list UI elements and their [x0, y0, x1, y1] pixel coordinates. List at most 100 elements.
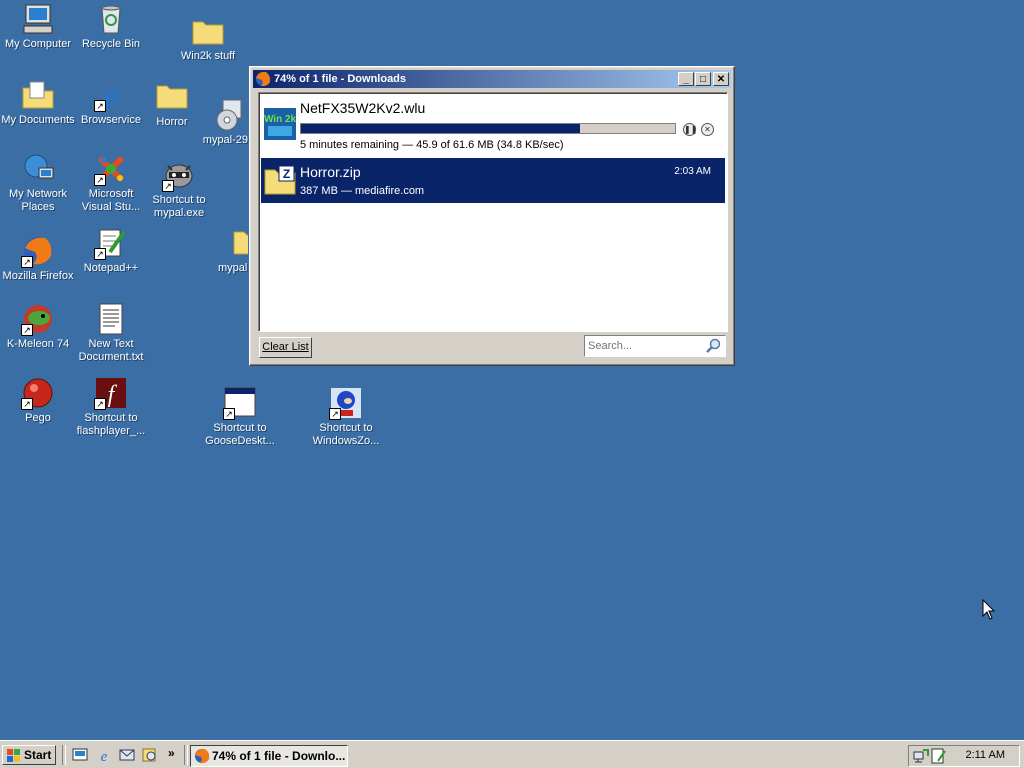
download-item-selected[interactable]: Z Horror.zip 2:03 AM 387 MB — mediafire.… [261, 158, 725, 203]
download-status: 387 MB — mediafire.com [300, 185, 425, 197]
text-document-icon [94, 302, 128, 336]
outlook-quicklaunch-icon[interactable] [119, 747, 135, 763]
shortcut-arrow-icon: ↗ [21, 256, 33, 268]
desktop-icon-pego[interactable]: ↗ Pego [0, 376, 76, 425]
pego-icon: ↗ [21, 376, 55, 410]
zip-file-icon: Z [264, 164, 296, 196]
desktop-icon-label: Notepad++ [83, 262, 139, 274]
desktop-icon-label: Pego [25, 412, 51, 424]
shortcut-arrow-icon: ↗ [94, 174, 106, 186]
shortcut-arrow-icon: ↗ [94, 100, 106, 112]
folder-icon [191, 14, 225, 48]
desktop-icon-flashplayer[interactable]: f ↗ Shortcut to flashplayer_... [73, 376, 149, 438]
desktop-icon-new-text-document[interactable]: New Text Document.txt [73, 302, 149, 364]
download-status: 5 minutes remaining — 45.9 of 61.6 MB (3… [300, 139, 564, 151]
sonic-icon: ↗ [329, 386, 363, 420]
raccoon-icon: ↗ [162, 158, 196, 192]
flash-icon: f ↗ [94, 376, 128, 410]
close-button[interactable]: ✕ [713, 72, 729, 86]
file-type-icon: Win 2k [264, 108, 297, 140]
notepad-tray-icon[interactable] [930, 748, 946, 764]
desktop-icon-k-meleon[interactable]: ↗ K-Meleon 74 [0, 302, 76, 351]
clear-list-button[interactable]: Clear List [259, 337, 312, 358]
notepadpp-icon: ↗ [94, 226, 128, 260]
desktop-icon-label: Shortcut to WindowsZo... [312, 422, 380, 447]
desktop-icon-label: New Text Document.txt [78, 338, 144, 363]
installer-icon [213, 98, 247, 132]
progress-fill [301, 124, 580, 133]
desktop-icon-label: Recycle Bin [81, 38, 141, 50]
taskbar: Start e » 74% of 1 file - Downlo... 2:11… [0, 740, 1024, 768]
shortcut-arrow-icon: ↗ [21, 324, 33, 336]
desktop-icon-goosedesktop[interactable]: ↗ Shortcut to GooseDeskt... [202, 386, 278, 448]
desktop-icon-label: Shortcut to GooseDeskt... [205, 422, 275, 447]
desktop-icon-visual-studio[interactable]: ↗ Microsoft Visual Stu... [73, 152, 149, 214]
desktop-icon-label: Shortcut to flashplayer_... [76, 412, 146, 437]
desktop-icon-label: K-Meleon 74 [6, 338, 70, 350]
desktop-icon-label: My Documents [1, 114, 75, 126]
shortcut-arrow-icon: ↗ [94, 398, 106, 410]
recycle-bin-icon [94, 2, 128, 36]
windows-logo-icon [7, 749, 21, 762]
firefox-icon [255, 71, 271, 87]
desktop-icon-label: Microsoft Visual Stu... [81, 188, 141, 213]
minimize-button[interactable]: _ [678, 72, 694, 86]
ie-quicklaunch-icon[interactable]: e [96, 747, 112, 765]
shortcut-arrow-icon: ↗ [329, 408, 341, 420]
window-app-icon: ↗ [223, 386, 257, 420]
network-tray-icon[interactable] [913, 748, 929, 764]
svg-text:e: e [101, 749, 108, 763]
desktop-icon-mypal-shortcut[interactable]: ↗ Shortcut to mypal.exe [141, 158, 217, 220]
download-filename: NetFX35W2Kv2.wlu [300, 100, 426, 116]
taskbar-divider [62, 745, 66, 765]
shortcut-arrow-icon: ↗ [21, 398, 33, 410]
download-item[interactable]: Win 2k NetFX35W2Kv2.wlu ❚❚ ✕ 5 minutes r… [261, 95, 725, 155]
desktop-icon-label: Shortcut to mypal.exe [152, 194, 206, 219]
shortcut-arrow-icon: ↗ [162, 180, 174, 192]
search-quicklaunch-icon[interactable] [142, 747, 158, 763]
desktop-icon-my-network-places[interactable]: My Network Places [0, 152, 76, 214]
folder-icon [155, 80, 189, 114]
clear-list-label: Clear List [262, 341, 309, 353]
show-desktop-icon[interactable] [72, 747, 88, 763]
kmeleon-icon: ↗ [21, 302, 55, 336]
cancel-button[interactable]: ✕ [701, 123, 714, 136]
start-button[interactable]: Start [2, 745, 56, 765]
desktop-icon-mypal-folder[interactable]: mypal- [212, 226, 248, 275]
downloads-list[interactable]: Win 2k NetFX35W2Kv2.wlu ❚❚ ✕ 5 minutes r… [258, 92, 728, 332]
download-time: 2:03 AM [674, 166, 711, 177]
download-progress-bar [300, 123, 676, 134]
taskbar-button-label: 74% of 1 file - Downlo... [212, 749, 346, 763]
firefox-icon [194, 748, 210, 764]
network-icon [21, 152, 55, 186]
desktop-icon-windowszone[interactable]: ↗ Shortcut to WindowsZo... [308, 386, 384, 448]
downloads-window[interactable]: 74% of 1 file - Downloads _ □ ✕ Win 2k N… [249, 66, 735, 366]
desktop-icon-mozilla-firefox[interactable]: ↗ Mozilla Firefox [0, 234, 76, 283]
desktop-icon-label: My Network Places [8, 188, 68, 213]
desktop-icon-notepadpp[interactable]: ↗ Notepad++ [73, 226, 149, 275]
desktop-icon-my-documents[interactable]: My Documents [0, 78, 76, 127]
mouse-cursor-icon [982, 598, 996, 621]
desktop-icon-label: Mozilla Firefox [2, 270, 74, 282]
quicklaunch-more-button[interactable]: » [168, 746, 175, 760]
shortcut-arrow-icon: ↗ [94, 248, 106, 260]
maximize-button[interactable]: □ [695, 72, 711, 86]
system-tray: 2:11 AM [908, 745, 1020, 767]
download-filename: Horror.zip [300, 164, 361, 180]
search-input[interactable] [588, 338, 700, 354]
desktop-icon-label: Win2k stuff [180, 50, 236, 62]
computer-icon [21, 2, 55, 36]
title-bar[interactable]: 74% of 1 file - Downloads _ □ ✕ [253, 70, 731, 88]
visual-studio-icon: ↗ [94, 152, 128, 186]
search-icon[interactable] [705, 338, 721, 354]
desktop-icon-recycle-bin[interactable]: Recycle Bin [73, 2, 149, 51]
desktop-icon-win2k-stuff[interactable]: Win2k stuff [170, 14, 246, 63]
window-title: 74% of 1 file - Downloads [274, 73, 407, 85]
desktop-icon-label: mypal- [218, 262, 248, 274]
shortcut-arrow-icon: ↗ [223, 408, 235, 420]
taskbar-button-downloads[interactable]: 74% of 1 file - Downlo... [190, 745, 348, 767]
search-box[interactable] [584, 335, 726, 357]
pause-button[interactable]: ❚❚ [683, 123, 697, 136]
desktop-icon-my-computer[interactable]: My Computer [0, 2, 76, 51]
firefox-icon: ↗ [21, 234, 55, 268]
